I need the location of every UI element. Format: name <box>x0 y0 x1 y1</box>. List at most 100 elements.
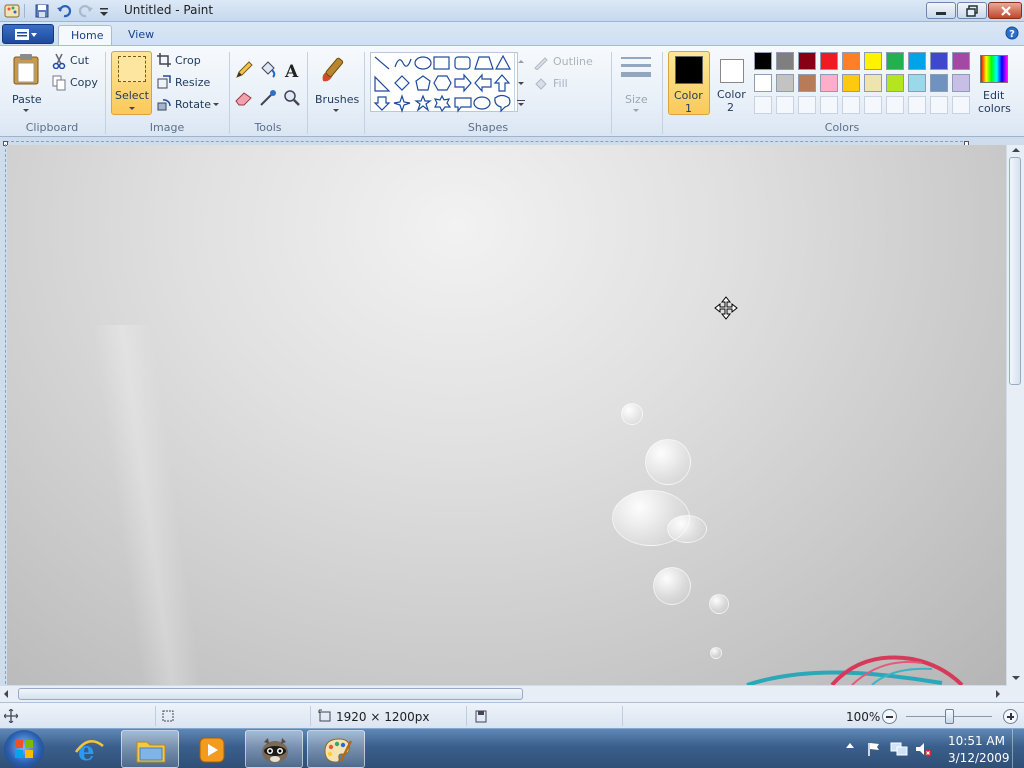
gallery-down-icon <box>518 82 524 85</box>
palette-swatch[interactable] <box>886 74 904 92</box>
restore-button[interactable] <box>957 2 987 19</box>
copy-label: Copy <box>70 76 98 89</box>
vertical-scrollbar[interactable] <box>1007 145 1024 686</box>
help-icon[interactable]: ? <box>1005 26 1019 40</box>
undo-icon[interactable] <box>56 3 72 19</box>
text-icon[interactable]: A <box>282 60 302 80</box>
shapes-gallery <box>370 52 518 113</box>
network-icon[interactable] <box>890 741 908 757</box>
palette-swatch[interactable] <box>930 74 948 92</box>
action-center-flag-icon[interactable] <box>866 741 882 757</box>
palette-swatch[interactable] <box>930 52 948 70</box>
palette-swatch[interactable] <box>820 74 838 92</box>
select-icon <box>118 56 146 82</box>
color-picker-icon[interactable] <box>258 88 278 108</box>
palette-custom-slot[interactable] <box>798 96 816 114</box>
palette-custom-slot[interactable] <box>886 96 904 114</box>
palette-swatch[interactable] <box>952 52 970 70</box>
vertical-scroll-thumb[interactable] <box>1009 157 1021 385</box>
scroll-left-icon[interactable] <box>4 690 8 698</box>
palette-custom-slot[interactable] <box>754 96 772 114</box>
scroll-right-icon[interactable] <box>996 690 1000 698</box>
scroll-down-icon[interactable] <box>1012 676 1020 680</box>
fill-bucket-icon[interactable] <box>258 60 278 80</box>
clock-date[interactable]: 3/12/2009 <box>948 751 1010 765</box>
palette-swatch[interactable] <box>798 74 816 92</box>
taskbar-paint[interactable] <box>307 730 365 768</box>
palette-custom-slot[interactable] <box>864 96 882 114</box>
restore-icon <box>966 5 978 17</box>
palette-custom-slot[interactable] <box>952 96 970 114</box>
color1-button[interactable]: Color 1 <box>668 51 710 115</box>
palette-swatch[interactable] <box>754 74 772 92</box>
horizontal-scroll-thumb[interactable] <box>18 688 523 700</box>
crop-button[interactable]: Crop <box>157 52 217 70</box>
move-cursor-icon <box>714 296 738 320</box>
palette-swatch[interactable] <box>754 52 772 70</box>
start-button[interactable] <box>4 730 44 768</box>
resize-button[interactable]: Resize <box>157 74 217 92</box>
palette-custom-slot[interactable] <box>820 96 838 114</box>
outline-button[interactable]: Outline <box>533 53 605 71</box>
tab-view[interactable]: View <box>116 25 166 46</box>
drawing-canvas[interactable] <box>7 145 1006 685</box>
rotate-button[interactable]: Rotate <box>157 96 223 114</box>
zoom-in-button[interactable] <box>1003 709 1018 724</box>
palette-swatch[interactable] <box>864 74 882 92</box>
zoom-slider-thumb[interactable] <box>945 709 954 724</box>
show-desktop-button[interactable] <box>1012 729 1024 768</box>
pencil-icon[interactable] <box>234 60 254 80</box>
fill-button[interactable]: Fill <box>533 75 593 93</box>
taskbar-raccoon-app[interactable] <box>245 730 303 768</box>
horizontal-scrollbar[interactable] <box>0 686 1007 702</box>
shapes-gallery-scroll[interactable] <box>514 52 527 112</box>
palette-custom-slot[interactable] <box>908 96 926 114</box>
palette-swatch[interactable] <box>886 52 904 70</box>
paint-menu-button[interactable] <box>2 24 54 44</box>
size-button[interactable]: Size <box>617 51 655 115</box>
tab-home[interactable]: Home <box>58 25 112 46</box>
volume-muted-icon[interactable] <box>914 740 932 758</box>
redo-icon[interactable] <box>78 3 94 19</box>
palette-swatch[interactable] <box>864 52 882 70</box>
zoom-out-button[interactable] <box>882 709 897 724</box>
customize-quick-access-icon[interactable] <box>98 3 114 19</box>
palette-swatch[interactable] <box>776 74 794 92</box>
taskbar-media-player[interactable] <box>183 730 241 768</box>
palette-swatch[interactable] <box>908 52 926 70</box>
scroll-up-icon[interactable] <box>1012 148 1020 152</box>
palette-custom-slot[interactable] <box>842 96 860 114</box>
palette-custom-slot[interactable] <box>930 96 948 114</box>
eraser-icon[interactable] <box>234 88 254 108</box>
select-button[interactable]: Select <box>111 51 152 115</box>
palette-swatch[interactable] <box>842 52 860 70</box>
minimize-button[interactable] <box>926 2 956 19</box>
palette-swatch[interactable] <box>842 74 860 92</box>
clock-time[interactable]: 10:51 AM <box>948 734 1005 748</box>
status-separator <box>622 706 623 726</box>
palette-custom-slot[interactable] <box>776 96 794 114</box>
copy-button[interactable]: Copy <box>52 74 102 92</box>
palette-swatch[interactable] <box>952 74 970 92</box>
cut-button[interactable]: Cut <box>52 52 102 70</box>
color2-label-line2: 2 <box>727 101 734 114</box>
palette-swatch[interactable] <box>820 52 838 70</box>
image-size-text: 1920 × 1200px <box>336 710 430 724</box>
close-button[interactable] <box>988 2 1022 19</box>
magnifier-icon[interactable] <box>282 88 302 108</box>
clipboard-group-label: Clipboard <box>25 121 79 134</box>
brushes-button[interactable]: Brushes <box>312 51 359 115</box>
show-hidden-icons-button[interactable] <box>846 743 854 748</box>
paint-app-icon[interactable] <box>4 3 20 19</box>
edit-colors-button[interactable]: Edit colors <box>976 51 1012 117</box>
color2-button[interactable]: Color 2 <box>712 51 752 115</box>
palette-swatch[interactable] <box>798 52 816 70</box>
paste-button[interactable]: Paste <box>6 51 46 115</box>
taskbar-windows-explorer[interactable] <box>121 730 179 768</box>
cut-label: Cut <box>70 54 89 67</box>
palette-swatch[interactable] <box>776 52 794 70</box>
save-icon[interactable] <box>34 3 50 19</box>
raccoon-icon <box>262 738 288 763</box>
taskbar-internet-explorer[interactable]: e <box>60 730 118 768</box>
palette-swatch[interactable] <box>908 74 926 92</box>
